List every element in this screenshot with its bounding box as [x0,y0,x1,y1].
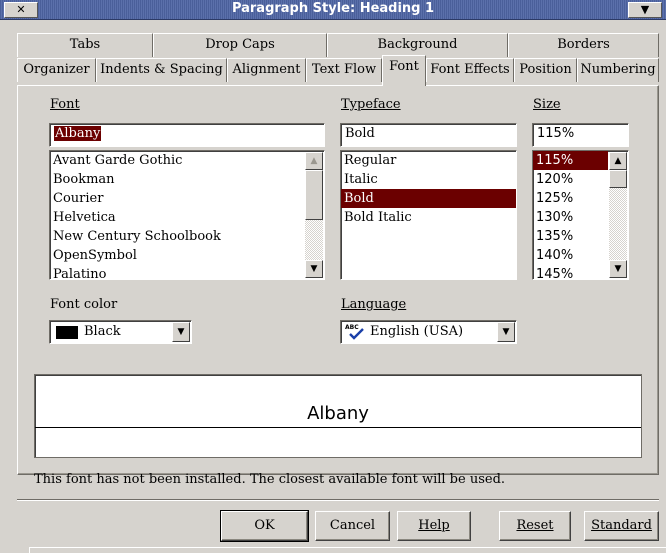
list-item[interactable]: Bookman [50,170,324,189]
font-name-value: Albany [54,126,102,141]
list-item[interactable]: Regular [341,151,516,170]
tab-indents-spacing[interactable]: Indents & Spacing [96,58,227,82]
help-button[interactable]: Help [397,511,471,541]
cancel-button[interactable]: Cancel [315,511,390,541]
language-dropdown[interactable]: ABC English (USA) ▼ [340,320,517,344]
font-preview: Albany [34,374,642,458]
tab-alignment[interactable]: Alignment [227,58,306,82]
scroll-thumb[interactable] [305,170,323,220]
typeface-label: Typeface [341,97,401,112]
tab-borders[interactable]: Borders [508,33,659,57]
window-menu-icon[interactable]: ▼ [628,2,662,18]
tab-text-flow[interactable]: Text Flow [306,58,382,82]
font-label: Font [50,97,80,112]
scroll-down-icon[interactable]: ▼ [609,260,627,278]
preview-text-wrap: Albany [35,403,641,424]
font-color-label: Font color [50,297,118,312]
color-swatch [56,326,78,339]
font-list[interactable]: Avant Garde Gothic Bookman Courier Helve… [49,150,325,280]
tab-font-effects[interactable]: Font Effects [426,58,514,82]
chevron-down-icon[interactable]: ▼ [497,322,515,342]
font-name-input[interactable]: Albany [49,123,325,147]
title-bar[interactable]: ✕ Paragraph Style: Heading 1 ▼ [0,0,666,20]
tab-numbering[interactable]: Numbering [577,58,659,82]
window-title: Paragraph Style: Heading 1 [231,1,435,16]
list-item[interactable]: Bold Italic [341,208,516,227]
scroll-down-icon[interactable]: ▼ [305,260,323,278]
font-list-scrollbar[interactable]: ▲ ▼ [305,152,323,278]
preview-baseline [35,427,641,428]
tab-organizer[interactable]: Organizer [17,58,96,82]
list-item[interactable]: Palatino [50,265,324,279]
tab-drop-caps[interactable]: Drop Caps [153,33,327,57]
list-item[interactable]: Helvetica [50,208,324,227]
reset-button[interactable]: Reset [499,511,571,541]
spellcheck-icon: ABC [345,324,367,340]
list-item-selected[interactable]: Bold [341,189,516,208]
size-input[interactable]: 115% [532,123,629,147]
typeface-input[interactable]: Bold [340,123,517,147]
size-list[interactable]: 115% 120% 125% 130% 135% 140% 145% ▲ ▼ [532,150,629,280]
divider [17,499,659,501]
size-label: Size [533,97,561,112]
standard-button[interactable]: Standard [584,511,659,541]
list-item[interactable]: Italic [341,170,516,189]
tab-tabs[interactable]: Tabs [17,33,153,57]
scroll-thumb[interactable] [609,170,627,188]
scroll-up-icon[interactable]: ▲ [305,152,323,170]
list-item[interactable]: Avant Garde Gothic [50,151,324,170]
font-color-value: Black [84,324,121,339]
size-list-scrollbar[interactable]: ▲ ▼ [609,152,627,278]
list-item[interactable]: OpenSymbol [50,246,324,265]
tab-background[interactable]: Background [327,33,508,57]
tab-position[interactable]: Position [514,58,577,82]
list-item-selected[interactable]: 115% [533,151,608,170]
list-item[interactable]: New Century Schoolbook [50,227,324,246]
ok-button[interactable]: OK [220,510,309,542]
list-item[interactable]: Courier [50,189,324,208]
resize-strip [29,547,666,553]
language-value: English (USA) [370,324,464,339]
typeface-list[interactable]: Regular Italic Bold Bold Italic [340,150,517,280]
scroll-up-icon[interactable]: ▲ [609,152,627,170]
status-message: This font has not been installed. The cl… [34,472,506,487]
chevron-down-icon[interactable]: ▼ [172,322,190,342]
language-label: Language [341,297,407,312]
tab-font[interactable]: Font [382,55,426,86]
preview-text: Albany [305,403,371,424]
font-color-dropdown[interactable]: Black ▼ [49,320,192,344]
